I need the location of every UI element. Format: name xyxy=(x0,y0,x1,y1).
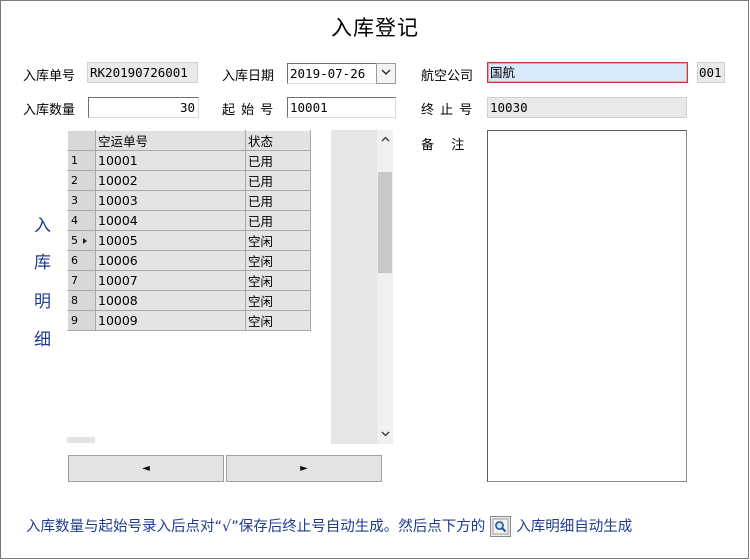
grid-empty-area xyxy=(331,130,377,444)
row-number: 7 xyxy=(71,274,78,287)
start-no-field[interactable]: 10001 xyxy=(287,97,396,118)
magnifier-icon xyxy=(490,515,512,537)
status-cell[interactable]: 已用 xyxy=(245,150,311,171)
end-no-field[interactable]: 10030 xyxy=(487,97,687,118)
table-row[interactable]: 9 10009 空闲 xyxy=(67,310,311,331)
status-cell[interactable]: 已用 xyxy=(245,170,311,191)
detail-label-char-3: 明 xyxy=(34,292,51,312)
airline-name-field[interactable]: 国航 xyxy=(487,62,688,83)
end-no-label: 终 止 号 xyxy=(421,103,474,118)
row-header[interactable]: 9 xyxy=(67,310,96,331)
row-number: 9 xyxy=(71,314,78,327)
table-row[interactable]: 4 10004 已用 xyxy=(67,210,311,231)
status-cell[interactable]: 空闲 xyxy=(245,310,311,331)
waybill-cell[interactable]: 10007 xyxy=(95,270,246,291)
row-header[interactable]: 1 xyxy=(67,150,96,171)
status-cell[interactable]: 空闲 xyxy=(245,230,311,251)
waybill-cell[interactable]: 10008 xyxy=(95,290,246,311)
hint-text-after: 入库明细自动生成 xyxy=(516,519,633,535)
hint-text: 入库数量与起始号录入后点对“√”保存后终止号自动生成。然后点下方的 入库明细自动生… xyxy=(26,515,632,538)
grid-col-status-header[interactable]: 状态 xyxy=(245,130,311,151)
status-cell[interactable]: 空闲 xyxy=(245,270,311,291)
row-number: 3 xyxy=(71,194,78,207)
waybill-cell[interactable]: 10009 xyxy=(95,310,246,331)
grid-scroll-area xyxy=(331,130,393,444)
prev-record-button[interactable]: ◄ xyxy=(68,455,224,482)
row-header[interactable]: 3 xyxy=(67,190,96,211)
waybill-cell[interactable]: 10001 xyxy=(95,150,246,171)
detail-label-char-2: 库 xyxy=(34,253,51,273)
start-no-label: 起 始 号 xyxy=(222,103,275,118)
waybill-cell[interactable]: 10003 xyxy=(95,190,246,211)
detail-grid[interactable]: 空运单号 状态 1 10001 已用 2 10002 已用 3 10003 已用 4 10004 已用… xyxy=(67,130,311,331)
date-dropdown-button[interactable] xyxy=(376,63,396,84)
next-record-button[interactable]: ► xyxy=(226,455,382,482)
quantity-label: 入库数量 xyxy=(23,103,76,118)
row-header[interactable]: 4 xyxy=(67,210,96,231)
table-row[interactable]: 1 10001 已用 xyxy=(67,150,311,171)
quantity-field[interactable]: 30 xyxy=(88,97,199,118)
status-cell[interactable]: 空闲 xyxy=(245,250,311,271)
table-row[interactable]: 7 10007 空闲 xyxy=(67,270,311,291)
chevron-down-icon xyxy=(381,66,391,79)
airline-label: 航空公司 xyxy=(421,69,474,84)
date-label: 入库日期 xyxy=(222,69,275,84)
row-header[interactable]: 2 xyxy=(67,170,96,191)
row-header[interactable]: 5 xyxy=(67,230,96,251)
row-number: 4 xyxy=(71,214,78,227)
remark-textarea[interactable] xyxy=(487,130,687,482)
status-cell[interactable]: 已用 xyxy=(245,210,311,231)
scrollbar-thumb[interactable] xyxy=(378,172,392,273)
remark-label: 备 注 xyxy=(421,138,468,153)
triangle-right-icon xyxy=(83,238,87,244)
row-number: 6 xyxy=(71,254,78,267)
detail-label-char-1: 入 xyxy=(34,216,51,236)
order-no-label: 入库单号 xyxy=(23,69,76,84)
waybill-cell[interactable]: 10002 xyxy=(95,170,246,191)
row-header[interactable]: 6 xyxy=(67,250,96,271)
row-number: 5 xyxy=(71,234,78,247)
table-row[interactable]: 6 10006 空闲 xyxy=(67,250,311,271)
grid-header-row: 空运单号 状态 xyxy=(67,130,311,151)
table-row[interactable]: 8 10008 空闲 xyxy=(67,290,311,311)
waybill-cell[interactable]: 10005 xyxy=(95,230,246,251)
row-number: 8 xyxy=(71,294,78,307)
row-number: 2 xyxy=(71,174,78,187)
triangle-right-icon: ► xyxy=(300,463,308,474)
waybill-cell[interactable]: 10006 xyxy=(95,250,246,271)
grid-footer xyxy=(67,437,95,443)
row-header[interactable]: 8 xyxy=(67,290,96,311)
status-cell[interactable]: 已用 xyxy=(245,190,311,211)
waybill-cell[interactable]: 10004 xyxy=(95,210,246,231)
chevron-up-icon[interactable] xyxy=(377,132,393,148)
date-field[interactable]: 2019-07-26 xyxy=(287,63,377,84)
table-row[interactable]: 3 10003 已用 xyxy=(67,190,311,211)
row-header[interactable]: 7 xyxy=(67,270,96,291)
airline-code-field[interactable]: 001 xyxy=(697,62,725,83)
chevron-down-icon[interactable] xyxy=(377,427,393,443)
table-row[interactable]: 5 10005 空闲 xyxy=(67,230,311,251)
hint-text-before: 入库数量与起始号录入后点对“√”保存后终止号自动生成。然后点下方的 xyxy=(26,519,486,535)
grid-col-waybill-header[interactable]: 空运单号 xyxy=(95,130,246,151)
grid-corner xyxy=(67,130,96,151)
status-cell[interactable]: 空闲 xyxy=(245,290,311,311)
row-number: 1 xyxy=(71,154,78,167)
detail-label-char-4: 细 xyxy=(34,330,51,350)
triangle-left-icon: ◄ xyxy=(142,463,150,474)
page-title: 入库登记 xyxy=(331,16,419,40)
order-no-field[interactable]: RK20190726001 xyxy=(87,62,198,83)
table-row[interactable]: 2 10002 已用 xyxy=(67,170,311,191)
